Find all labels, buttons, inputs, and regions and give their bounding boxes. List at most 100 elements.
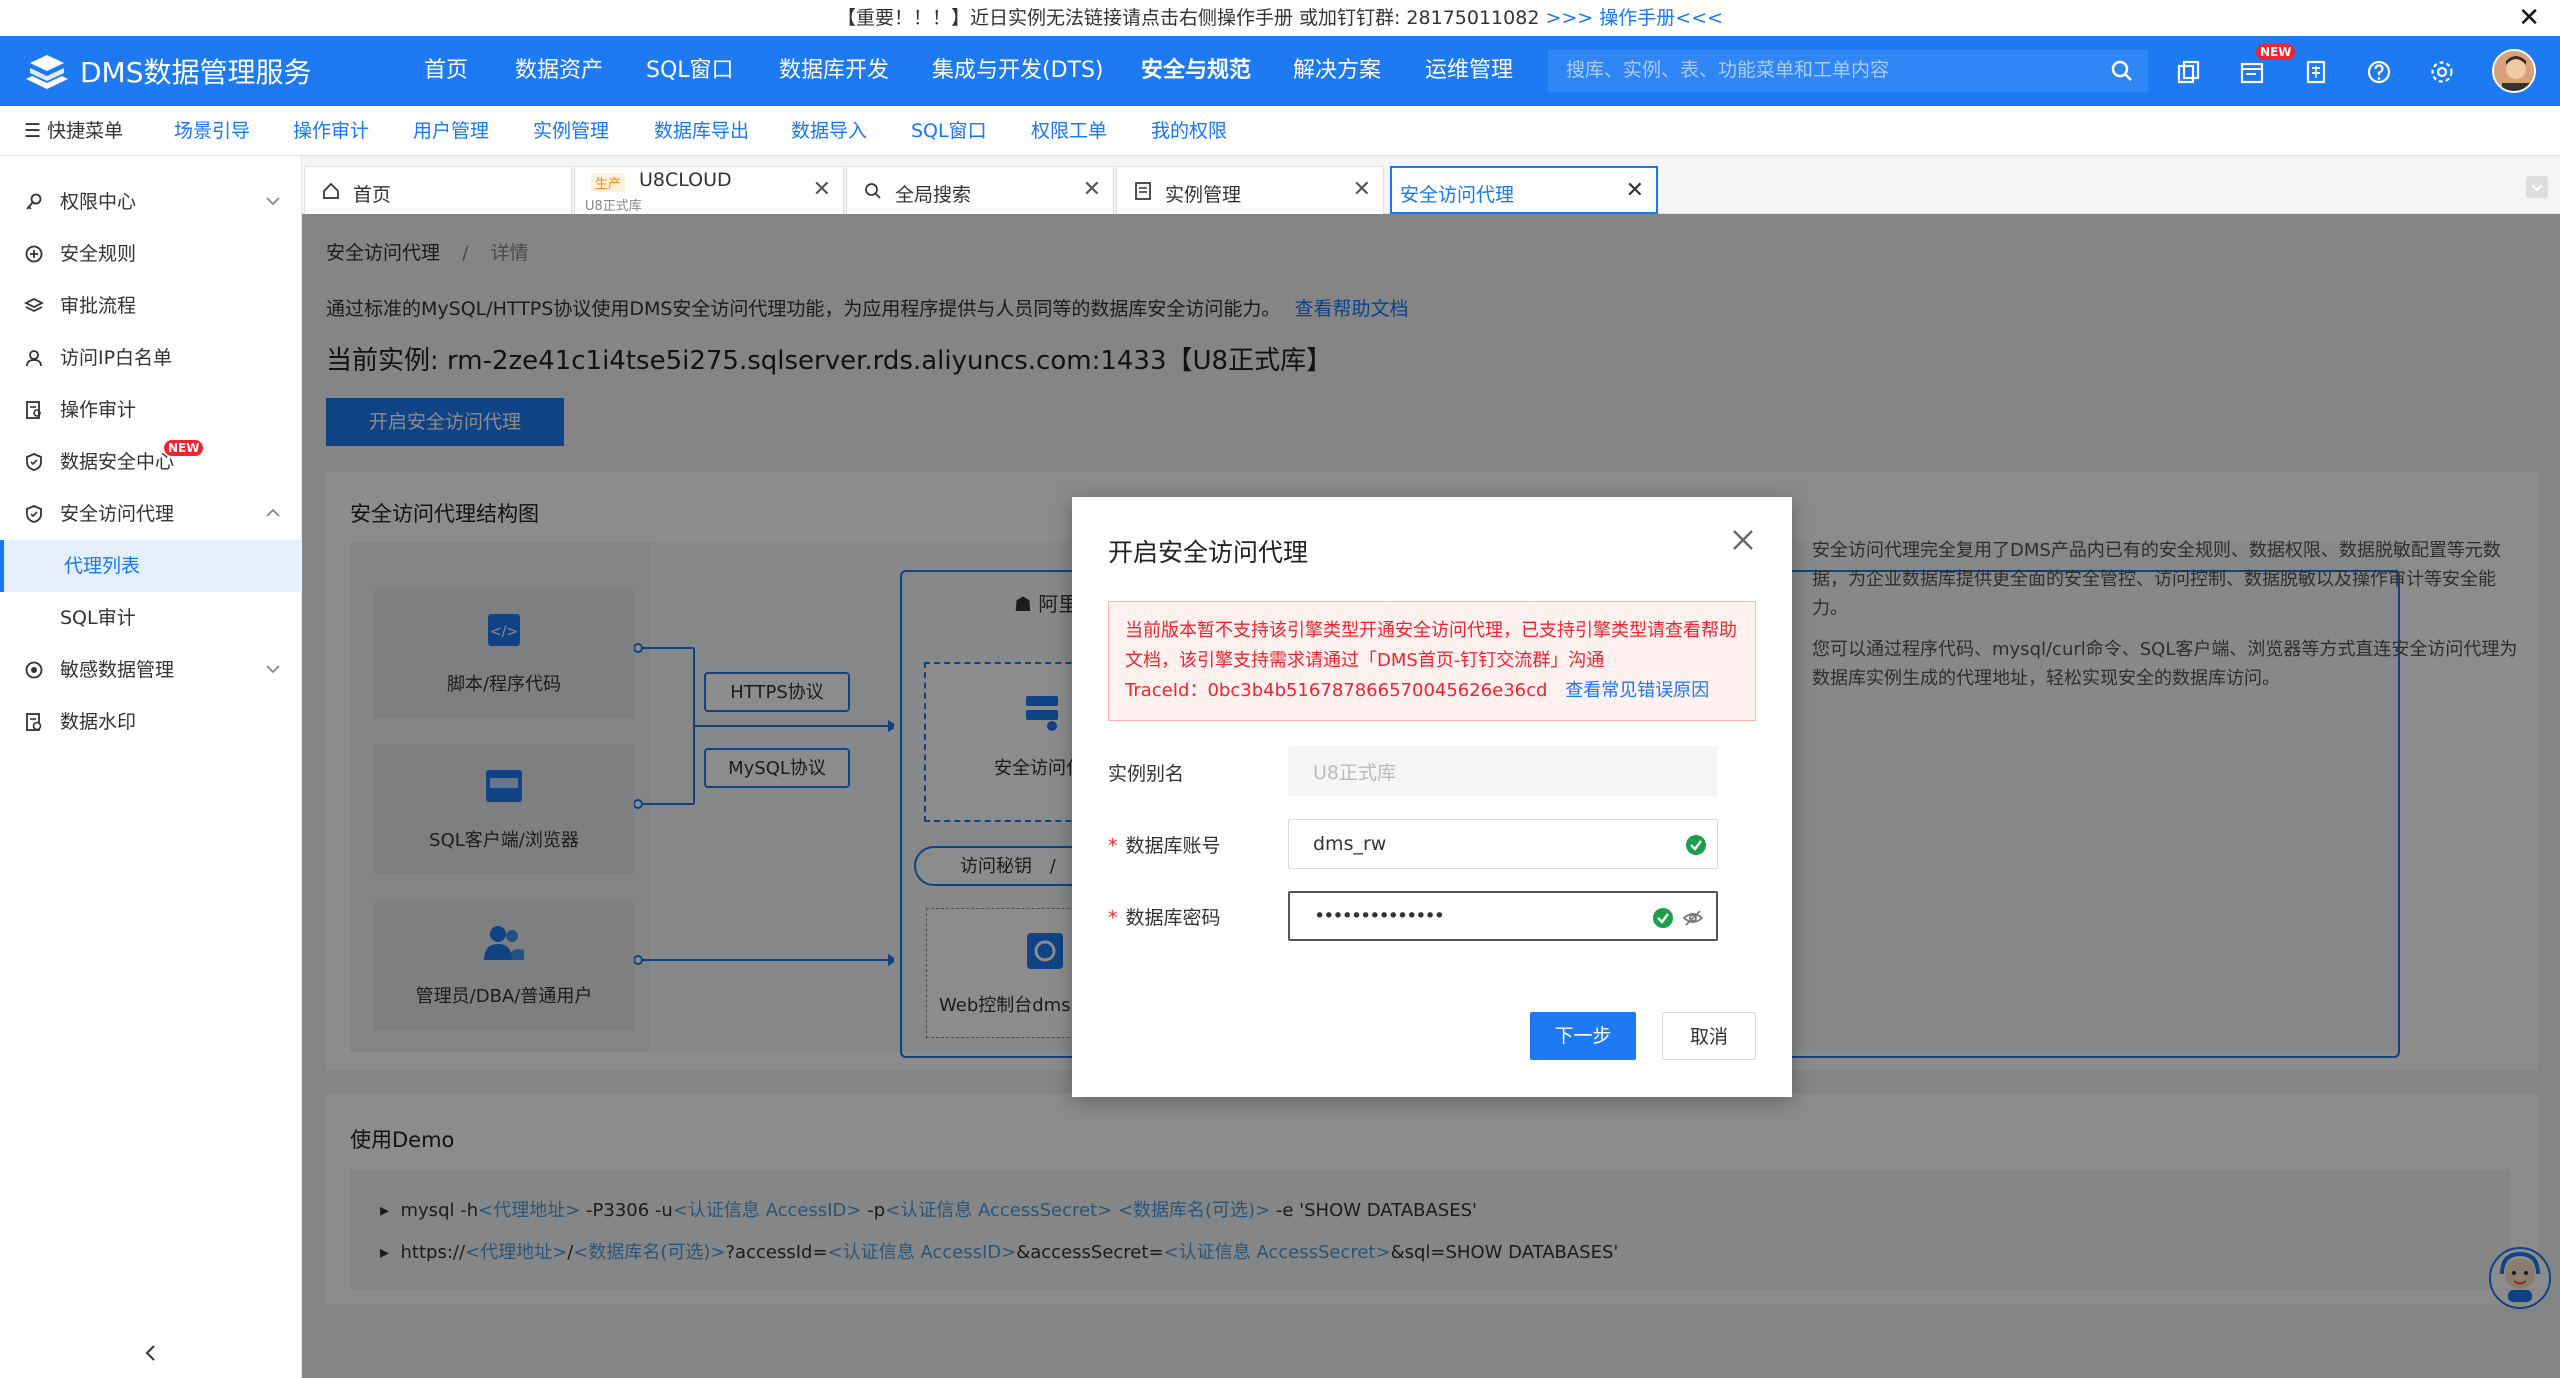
target-icon [25,661,43,679]
required-mark: * [1108,907,1118,929]
sidebar-item-secure-proxy[interactable]: 安全访问代理 [0,488,302,540]
check-circle-icon [1686,835,1706,855]
list-icon [1135,182,1151,200]
sidebar-item-ip-whitelist[interactable]: 访问IP白名单 [0,332,302,384]
next-button[interactable]: 下一步 [1530,1012,1636,1060]
global-search[interactable] [1548,50,2148,92]
sidebar-item-approval-flow[interactable]: 审批流程 [0,280,302,332]
close-notice-icon[interactable]: ✕ [2518,0,2540,36]
avatar-face-icon [2494,51,2534,91]
sidebar-item-data-security-center[interactable]: 数据安全中心 NEW [0,436,302,488]
nav-data-assets[interactable]: 数据资产 [515,36,603,106]
alias-field [1288,746,1718,796]
tab-home[interactable]: 首页 [304,166,572,214]
nav-home[interactable]: 首页 [424,36,468,106]
brand[interactable]: DMS数据管理服务 [24,50,312,92]
cancel-button[interactable]: 取消 [1662,1012,1756,1060]
chevron-down-icon [2531,184,2543,192]
audit-file-icon [26,401,41,419]
manual-link[interactable]: >>> 操作手册<<< [1545,7,1723,29]
account-input[interactable] [1289,820,1717,868]
search-icon[interactable] [2110,59,2134,83]
user-icon [26,350,42,367]
close-tab-icon[interactable]: ✕ [813,177,831,202]
close-tab-icon[interactable]: ✕ [1626,178,1644,203]
sidebar: 权限中心 安全规则 审批流程 访问IP白名单 操作审计 数据安全中心 NEW 安… [0,156,302,1378]
dms-logo-icon [26,55,68,89]
tab-label: 安全访问代理 [1400,184,1515,206]
sidebar-item-label: 权限中心 [60,191,137,213]
chevron-down-icon[interactable] [262,658,284,680]
nav-ops[interactable]: 运维管理 [1425,36,1513,106]
check-circle-icon [1653,908,1673,928]
tab-u8cloud[interactable]: 生产 U8CLOUD U8正式库 ✕ [574,166,844,214]
tab-label: 实例管理 [1165,184,1242,206]
quick-menu[interactable]: ☰ 快捷菜单 [24,106,123,156]
sidebar-item-security-rules[interactable]: 安全规则 [0,228,302,280]
alias-label: 实例别名 [1108,759,1184,786]
common-errors-link[interactable]: 查看常见错误原因 [1565,680,1709,701]
tab-label: U8CLOUD [639,169,732,191]
new-badge: NEW [2256,44,2296,60]
chevron-down-icon[interactable] [262,190,284,212]
quick-perm-ticket[interactable]: 权限工单 [1031,106,1107,156]
sidebar-item-op-audit[interactable]: 操作审计 [0,384,302,436]
nav-solutions[interactable]: 解决方案 [1293,36,1381,106]
password-field[interactable] [1288,891,1718,941]
quick-menu-label: 快捷菜单 [47,120,124,142]
quick-my-perms[interactable]: 我的权限 [1151,106,1227,156]
document-icon[interactable] [2302,58,2330,86]
password-label-text: 数据库密码 [1125,907,1221,929]
settings-gear-icon[interactable] [2428,58,2456,86]
eye-off-icon[interactable] [1682,907,1704,929]
nav-dts[interactable]: 集成与开发(DTS) [932,36,1104,106]
sidebar-item-proxy-list[interactable]: 代理列表 [0,540,302,592]
notice-bar: 【重要！！！】近日实例无法链接请点击右侧操作手册 或加钉钉群: 28175011… [0,0,2560,36]
env-tag: 生产 [591,173,626,192]
sidebar-item-sql-audit[interactable]: SQL审计 [0,592,302,644]
tab-bar: 首页 生产 U8CLOUD U8正式库 ✕ 全局搜索 ✕ 实例管理 ✕ 安全访问… [302,156,2560,214]
tab-global-search[interactable]: 全局搜索 ✕ [846,166,1114,214]
error-alert: 当前版本暂不支持该引擎类型开通安全访问代理，已支持引擎类型请查看帮助文档，该引擎… [1108,601,1756,721]
password-label: * 数据库密码 [1108,903,1221,930]
shield-check-icon [26,505,42,523]
brand-name: DMS数据管理服务 [80,56,312,89]
menu-icon: ☰ [24,120,42,142]
required-mark: * [1108,835,1118,857]
tab-sublabel: U8正式库 [585,199,642,214]
nav-db-dev[interactable]: 数据库开发 [779,36,889,106]
user-avatar[interactable] [2492,49,2536,93]
global-search-input[interactable] [1548,50,2068,92]
sidebar-item-perm-center[interactable]: 权限中心 [0,176,302,228]
layers-icon [24,297,44,313]
quick-scene-guide[interactable]: 场景引导 [174,106,250,156]
help-icon[interactable] [2365,58,2393,86]
tab-secure-proxy[interactable]: 安全访问代理 ✕ [1390,166,1658,214]
ticket-icon[interactable] [2238,58,2266,86]
nav-sql-window[interactable]: SQL窗口 [646,36,734,106]
close-tab-icon[interactable]: ✕ [1353,177,1371,202]
close-tab-icon[interactable]: ✕ [1083,177,1101,202]
shield-icon [26,453,42,471]
quick-instance-mgmt[interactable]: 实例管理 [533,106,609,156]
tab-more-button[interactable] [2526,176,2548,198]
close-icon[interactable] [1728,525,1758,555]
quick-op-audit[interactable]: 操作审计 [293,106,369,156]
quick-user-mgmt[interactable]: 用户管理 [413,106,489,156]
sidebar-item-sensitive-data[interactable]: 敏感数据管理 [0,644,302,696]
sidebar-item-label: 数据水印 [60,711,137,733]
sidebar-item-label: 敏感数据管理 [60,659,175,681]
copy-icon[interactable] [2175,58,2203,86]
quick-sql-window[interactable]: SQL窗口 [911,106,987,156]
trace-id: TraceId：0bc3b4b516787866570045626e36cd [1125,680,1548,701]
tab-instance-mgmt[interactable]: 实例管理 ✕ [1116,166,1384,214]
nav-security[interactable]: 安全与规范 [1141,36,1251,106]
chevron-up-icon[interactable] [262,502,284,524]
sidebar-item-watermark[interactable]: 数据水印 [0,696,302,748]
home-icon [323,182,339,199]
quick-data-import[interactable]: 数据导入 [791,106,867,156]
account-field[interactable] [1288,819,1718,869]
watermark-icon [26,713,42,731]
quick-db-export[interactable]: 数据库导出 [654,106,749,156]
collapse-sidebar-icon[interactable] [140,1342,162,1364]
